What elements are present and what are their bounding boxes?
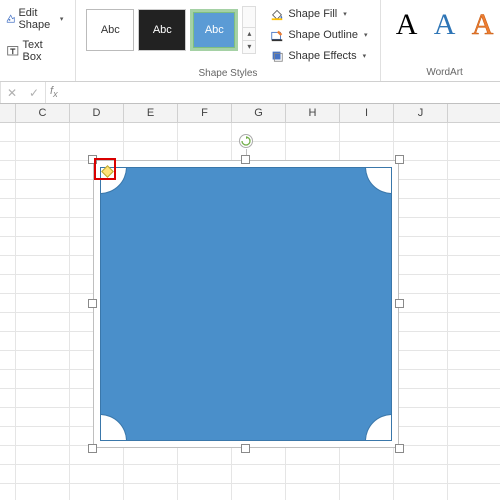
rotate-handle[interactable] bbox=[239, 134, 253, 148]
shape-effects-label: Shape Effects bbox=[288, 50, 356, 62]
group-label-insert bbox=[33, 66, 36, 82]
edit-shape-button[interactable]: Edit Shape ▾ bbox=[2, 4, 67, 34]
column-headers: C D E F G H I J bbox=[0, 104, 500, 123]
column-header-f[interactable]: F bbox=[178, 104, 232, 122]
resize-handle-w[interactable] bbox=[88, 299, 97, 308]
shape-style-gallery: Abc Abc Abc ▴ ▾ bbox=[84, 4, 258, 56]
column-header-g[interactable]: G bbox=[232, 104, 286, 122]
formula-bar: ✕ ✓ fx bbox=[0, 82, 500, 104]
resize-handle-s[interactable] bbox=[241, 444, 250, 453]
style-swatch-1[interactable]: Abc bbox=[86, 9, 134, 51]
group-label-wordart: WordArt bbox=[426, 65, 463, 81]
resize-handle-n[interactable] bbox=[241, 155, 250, 164]
resize-handle-se[interactable] bbox=[395, 444, 404, 453]
shape-effects-button[interactable]: Shape Effects ▾ bbox=[266, 46, 371, 66]
column-header-d[interactable]: D bbox=[70, 104, 124, 122]
resize-handle-ne[interactable] bbox=[395, 155, 404, 164]
highlight-callout-box bbox=[94, 158, 116, 180]
group-insert-shapes: Edit Shape ▾ Text Box bbox=[0, 0, 76, 81]
group-shape-styles: Abc Abc Abc ▴ ▾ Shape Fill ▾ bbox=[76, 0, 380, 81]
formula-cancel-button[interactable]: ✕ bbox=[1, 86, 23, 100]
selection-outline bbox=[93, 160, 399, 448]
resize-handle-sw[interactable] bbox=[88, 444, 97, 453]
chevron-down-icon: ▾ bbox=[364, 31, 368, 39]
style-swatch-2[interactable]: Abc bbox=[138, 9, 186, 51]
wordart-style-3[interactable]: A bbox=[465, 4, 500, 46]
edit-shape-icon bbox=[6, 12, 15, 26]
shape-outline-label: Shape Outline bbox=[288, 29, 358, 41]
column-header-i[interactable]: I bbox=[340, 104, 394, 122]
shape-outline-button[interactable]: Shape Outline ▾ bbox=[266, 25, 371, 45]
resize-handle-e[interactable] bbox=[395, 299, 404, 308]
group-label-shape-styles: Shape Styles bbox=[198, 66, 257, 82]
shape-fill-button[interactable]: Shape Fill ▾ bbox=[266, 4, 371, 24]
chevron-down-icon: ▾ bbox=[343, 10, 347, 18]
selected-shape[interactable] bbox=[93, 160, 399, 448]
edit-shape-label: Edit Shape bbox=[18, 7, 54, 31]
column-header-e[interactable]: E bbox=[124, 104, 178, 122]
group-wordart: A A A WordArt bbox=[381, 0, 500, 81]
effects-icon bbox=[270, 49, 284, 63]
formula-accept-button[interactable]: ✓ bbox=[23, 86, 45, 100]
column-header-c[interactable]: C bbox=[16, 104, 70, 122]
rounded-concave-rectangle[interactable] bbox=[100, 167, 392, 441]
spreadsheet-grid: C D E F G H I J bbox=[0, 104, 500, 500]
shape-fill-label: Shape Fill bbox=[288, 8, 337, 20]
chevron-down-icon: ▾ bbox=[363, 52, 367, 60]
column-header-partial[interactable] bbox=[0, 104, 16, 122]
pen-outline-icon bbox=[270, 28, 284, 42]
column-header-h[interactable]: H bbox=[286, 104, 340, 122]
chevron-down-icon: ▾ bbox=[243, 40, 255, 53]
wordart-gallery: A A A bbox=[389, 4, 500, 46]
wordart-style-2[interactable]: A bbox=[427, 4, 463, 46]
style-swatch-3-selected[interactable]: Abc bbox=[190, 9, 238, 51]
gallery-expand-button[interactable]: ▴ ▾ bbox=[242, 6, 256, 54]
shape-adjustment-handle[interactable] bbox=[101, 165, 114, 178]
chevron-down-icon: ▾ bbox=[60, 15, 64, 23]
formula-input[interactable] bbox=[58, 82, 500, 103]
text-box-button[interactable]: Text Box bbox=[2, 36, 67, 66]
bucket-icon bbox=[270, 7, 284, 21]
column-header-j[interactable]: J bbox=[394, 104, 448, 122]
text-box-icon bbox=[6, 44, 20, 58]
wordart-style-1[interactable]: A bbox=[389, 4, 425, 46]
fx-icon[interactable]: fx bbox=[46, 85, 58, 99]
chevron-up-icon: ▴ bbox=[243, 27, 255, 40]
text-box-label: Text Box bbox=[23, 39, 64, 63]
ribbon: Edit Shape ▾ Text Box Abc Abc Abc ▴ bbox=[0, 0, 500, 82]
